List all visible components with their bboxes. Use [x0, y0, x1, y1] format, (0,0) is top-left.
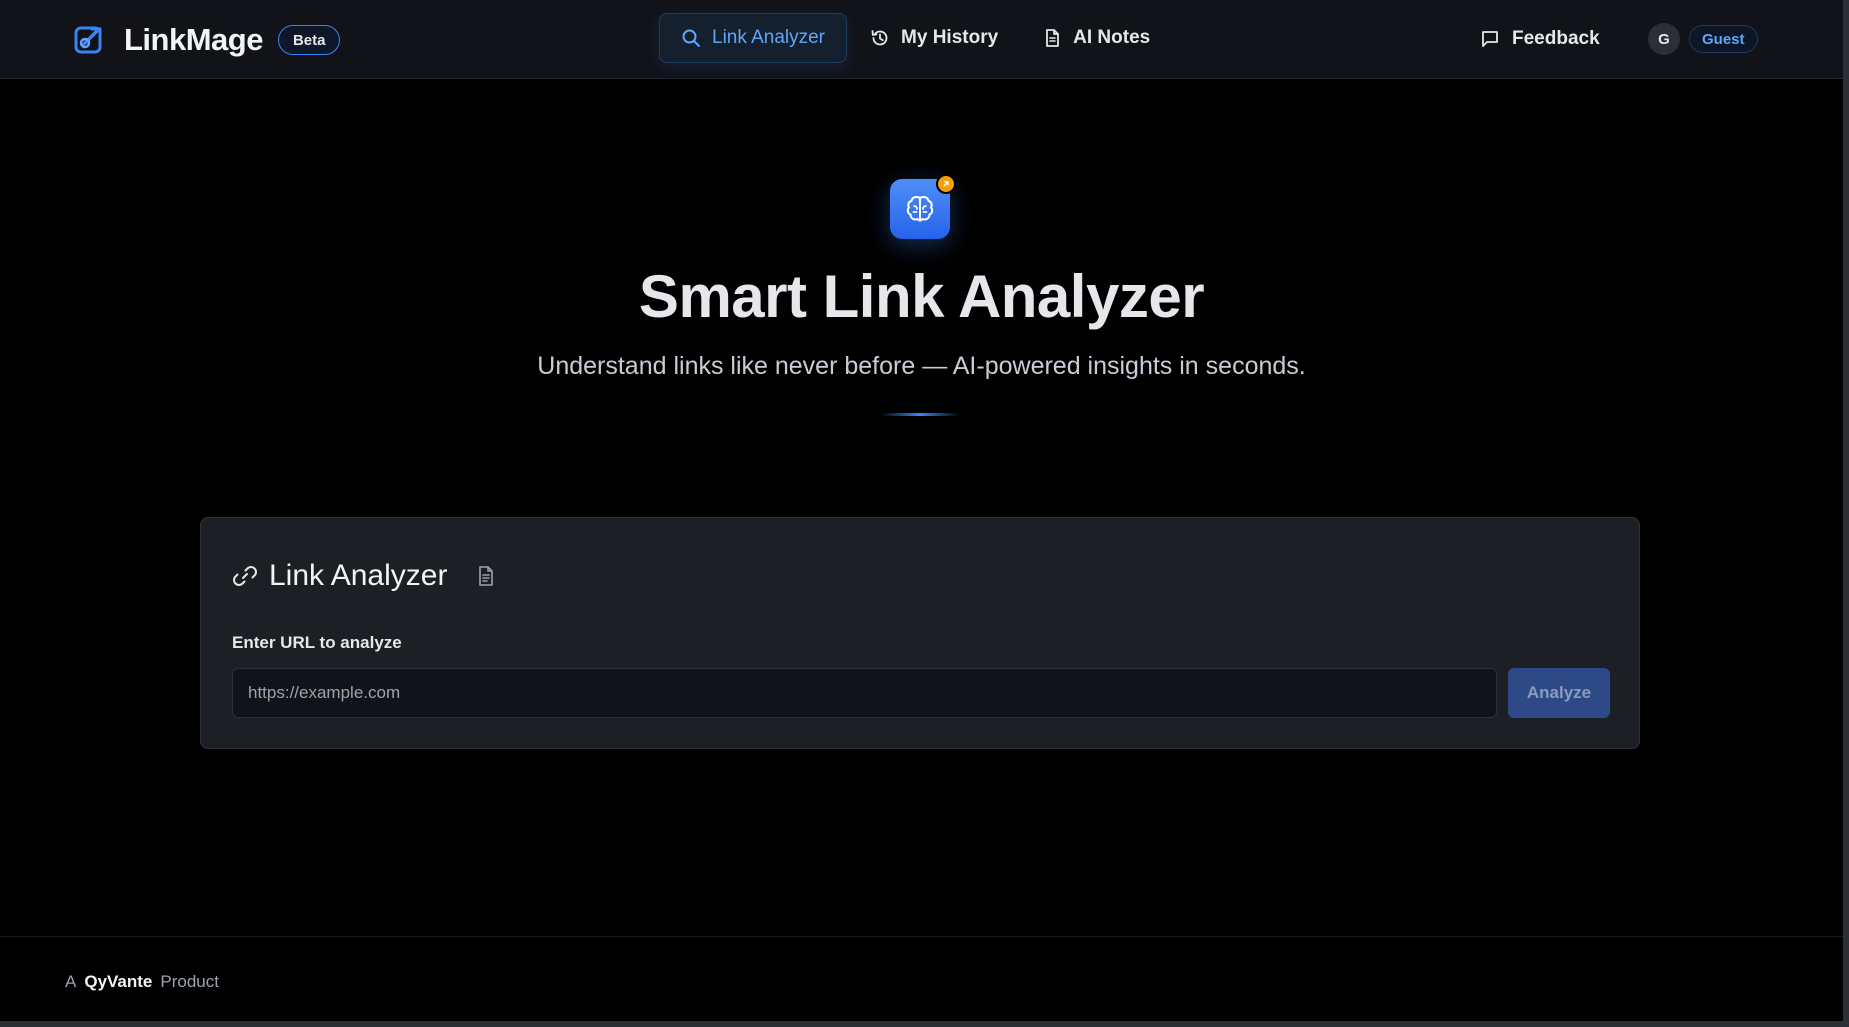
- window-bottom-edge: [0, 1021, 1849, 1027]
- link-analyzer-card: Link Analyzer Enter URL to analyze Analy…: [200, 517, 1640, 749]
- card-title: Link Analyzer: [269, 559, 448, 592]
- vertical-scrollbar[interactable]: [1843, 0, 1849, 1027]
- app-root: LinkMage Beta Link Analyzer My History A…: [0, 0, 1849, 1027]
- link-icon: [232, 563, 258, 589]
- nav-my-history-label: My History: [901, 27, 999, 48]
- url-label: Enter URL to analyze: [232, 633, 402, 652]
- nav-link-analyzer[interactable]: Link Analyzer: [659, 13, 848, 63]
- link-badge-icon: [936, 174, 956, 194]
- card-header: Link Analyzer: [232, 556, 495, 596]
- main-nav: Link Analyzer My History AI Notes: [659, 13, 1173, 63]
- url-input[interactable]: [232, 668, 1497, 718]
- footer-suffix: Product: [160, 972, 219, 991]
- message-square-icon: [1480, 29, 1500, 49]
- brand[interactable]: LinkMage Beta: [72, 19, 341, 61]
- footer-company[interactable]: QyVante: [84, 972, 152, 991]
- document-icon: [1042, 28, 1062, 48]
- analyze-button[interactable]: Analyze: [1508, 668, 1610, 718]
- hero-icon: [890, 174, 956, 239]
- avatar[interactable]: G: [1648, 23, 1680, 55]
- nav-ai-notes[interactable]: AI Notes: [1021, 13, 1171, 63]
- search-icon: [681, 28, 701, 48]
- linkmage-logo-icon: [72, 22, 108, 58]
- nav-ai-notes-label: AI Notes: [1073, 27, 1151, 48]
- hero-divider: [880, 413, 960, 416]
- nav-link-analyzer-label: Link Analyzer: [712, 27, 826, 48]
- page-subtitle: Understand links like never before — AI-…: [537, 352, 1306, 380]
- footer-prefix: A: [65, 972, 77, 991]
- guest-badge: Guest: [1689, 25, 1758, 53]
- feedback-button[interactable]: Feedback: [1480, 19, 1600, 59]
- beta-badge: Beta: [277, 25, 341, 55]
- footer-credit: A QyVante Product: [65, 972, 219, 992]
- user-menu[interactable]: G Guest: [1648, 22, 1758, 56]
- brand-name: LinkMage: [124, 22, 263, 57]
- page-title: Smart Link Analyzer: [638, 263, 1205, 330]
- feedback-label: Feedback: [1512, 28, 1600, 49]
- notes-document-icon[interactable]: [477, 565, 495, 587]
- history-icon: [870, 28, 890, 48]
- nav-my-history[interactable]: My History: [849, 13, 1019, 63]
- top-navbar: LinkMage Beta Link Analyzer My History A…: [0, 0, 1843, 79]
- footer: A QyVante Product: [0, 936, 1843, 1021]
